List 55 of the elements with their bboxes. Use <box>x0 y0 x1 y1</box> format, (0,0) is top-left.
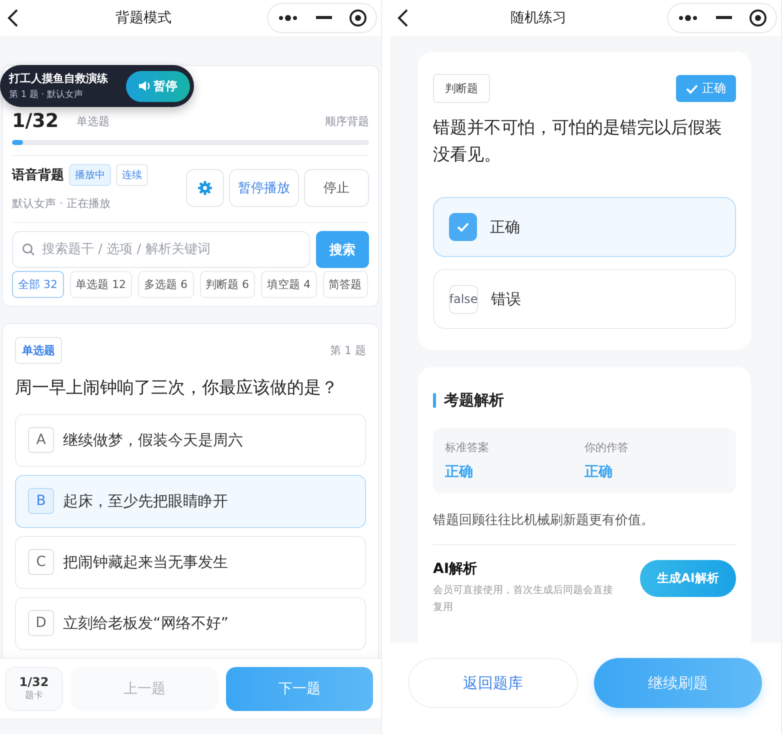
close-icon[interactable] <box>349 9 368 27</box>
answer-option[interactable]: A 继续做梦，假装今天是周六 <box>15 414 366 466</box>
question-card-button[interactable]: 1/32 题卡 <box>5 666 63 710</box>
check-icon <box>686 84 698 94</box>
question-type: 单选题 <box>76 114 110 128</box>
question-text: 周一早上闹钟响了三次，你最应该做的是？ <box>15 377 339 400</box>
settings-icon <box>198 180 212 194</box>
player-title: 打工人摸鱼自救演练 <box>9 71 108 86</box>
voice-status: 默认女声 · 正在播放 <box>12 197 110 210</box>
more-icon[interactable] <box>676 14 699 22</box>
filter-chip[interactable]: 多选题 6 <box>138 271 194 298</box>
answer-value: 正确 <box>445 463 474 482</box>
filter-chip[interactable]: 简答题 <box>322 271 368 298</box>
stop-button[interactable]: 停止 <box>304 168 369 206</box>
filter-chip[interactable]: 单选题 12 <box>70 271 132 298</box>
answer-option[interactable]: false 错误 <box>433 269 736 330</box>
more-icon[interactable] <box>276 14 299 22</box>
filter-chip[interactable]: 全部 32 <box>12 271 64 298</box>
search-icon <box>22 243 35 256</box>
answer-option[interactable]: D 立刻给老板发“网络不好” <box>15 596 366 650</box>
search-field[interactable]: 搜索题干 / 选项 / 解析关键词 <box>12 231 310 268</box>
voice-title: 语音背题 <box>12 166 64 184</box>
ai-description: 会员可直接使用，首次生成后同题会直接复用 <box>433 584 614 616</box>
settings-button[interactable] <box>186 168 224 206</box>
check-icon <box>457 222 469 232</box>
question-number: 第 1 题 <box>330 343 366 358</box>
question-text: 错题并不可怕，可怕的是错完以后假装没看见。 <box>433 117 723 168</box>
close-icon[interactable] <box>749 9 768 27</box>
minimize-icon[interactable] <box>716 16 732 20</box>
voice-tag[interactable]: 连续 <box>116 164 148 186</box>
progress-counter: 1/32 <box>12 110 59 132</box>
answer-option[interactable]: C 把闹钟藏起来当无事发生 <box>15 536 366 588</box>
ai-title: AI解析 <box>433 560 478 578</box>
mode-label: 顺序背题 <box>325 114 369 128</box>
question-type-tag: 判断题 <box>433 74 490 103</box>
back-to-bank-button[interactable]: 返回题库 <box>408 658 578 708</box>
section-title: 考题解析 <box>444 391 504 410</box>
back-icon[interactable] <box>6 8 20 28</box>
question-type-tag: 单选题 <box>15 337 62 364</box>
back-icon[interactable] <box>396 8 410 28</box>
answer-value: 正确 <box>584 463 614 482</box>
answer-label: 标准答案 <box>445 440 490 456</box>
filter-chip[interactable]: 填空题 4 <box>261 271 316 298</box>
answer-label: 你的作答 <box>584 440 630 456</box>
result-badge: 正确 <box>676 75 736 102</box>
speaker-icon <box>138 81 150 91</box>
player-subtitle: 第 1 题 · 默认女声 <box>9 88 84 101</box>
filter-chip[interactable]: 判断题 6 <box>200 271 255 298</box>
page-title: 随机练习 <box>510 9 566 27</box>
answer-option[interactable]: 正确 <box>433 197 736 258</box>
minimize-icon[interactable] <box>316 16 332 20</box>
pause-button[interactable]: 暂停播放 <box>229 168 299 206</box>
analysis-note: 错题回顾往往比机械刷新题更有价值。 <box>433 512 655 530</box>
answer-option[interactable]: B 起床，至少先把眼睛睁开 <box>15 474 366 528</box>
page-title: 背题模式 <box>116 9 172 27</box>
